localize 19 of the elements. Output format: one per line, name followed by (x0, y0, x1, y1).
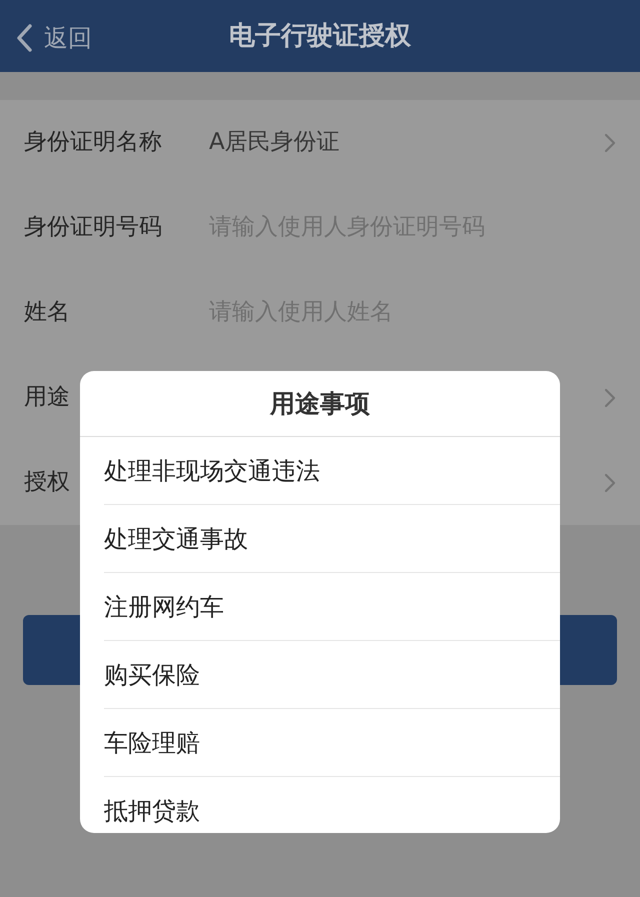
field-label: 授权 (24, 469, 70, 496)
field-label: 身份证明号码 (24, 214, 162, 240)
field-label: 用途 (24, 384, 70, 410)
option-item[interactable]: 处理交通事故 (104, 505, 560, 573)
page-title: 电子行驶证授权 (229, 21, 411, 52)
back-icon (16, 24, 32, 52)
dialog-title: 用途事项 (270, 388, 370, 420)
option-item[interactable]: 抵押贷款 (104, 777, 560, 833)
chevron-right-icon[interactable] (604, 388, 616, 408)
chevron-right-icon[interactable] (604, 472, 616, 492)
chevron-right-icon[interactable] (604, 132, 616, 152)
select-value: A居民身份证 (209, 128, 341, 158)
option-item[interactable]: 处理非现场交通违法 (104, 437, 560, 505)
option-item[interactable]: 车险理赔 (104, 709, 560, 777)
field-label: 身份证明名称 (24, 129, 162, 156)
back-button[interactable]: 返回 (16, 18, 92, 58)
option-item[interactable]: 购买保险 (104, 641, 560, 709)
option-item[interactable]: 注册网约车 (104, 573, 560, 641)
field-label: 姓名 (24, 299, 70, 326)
